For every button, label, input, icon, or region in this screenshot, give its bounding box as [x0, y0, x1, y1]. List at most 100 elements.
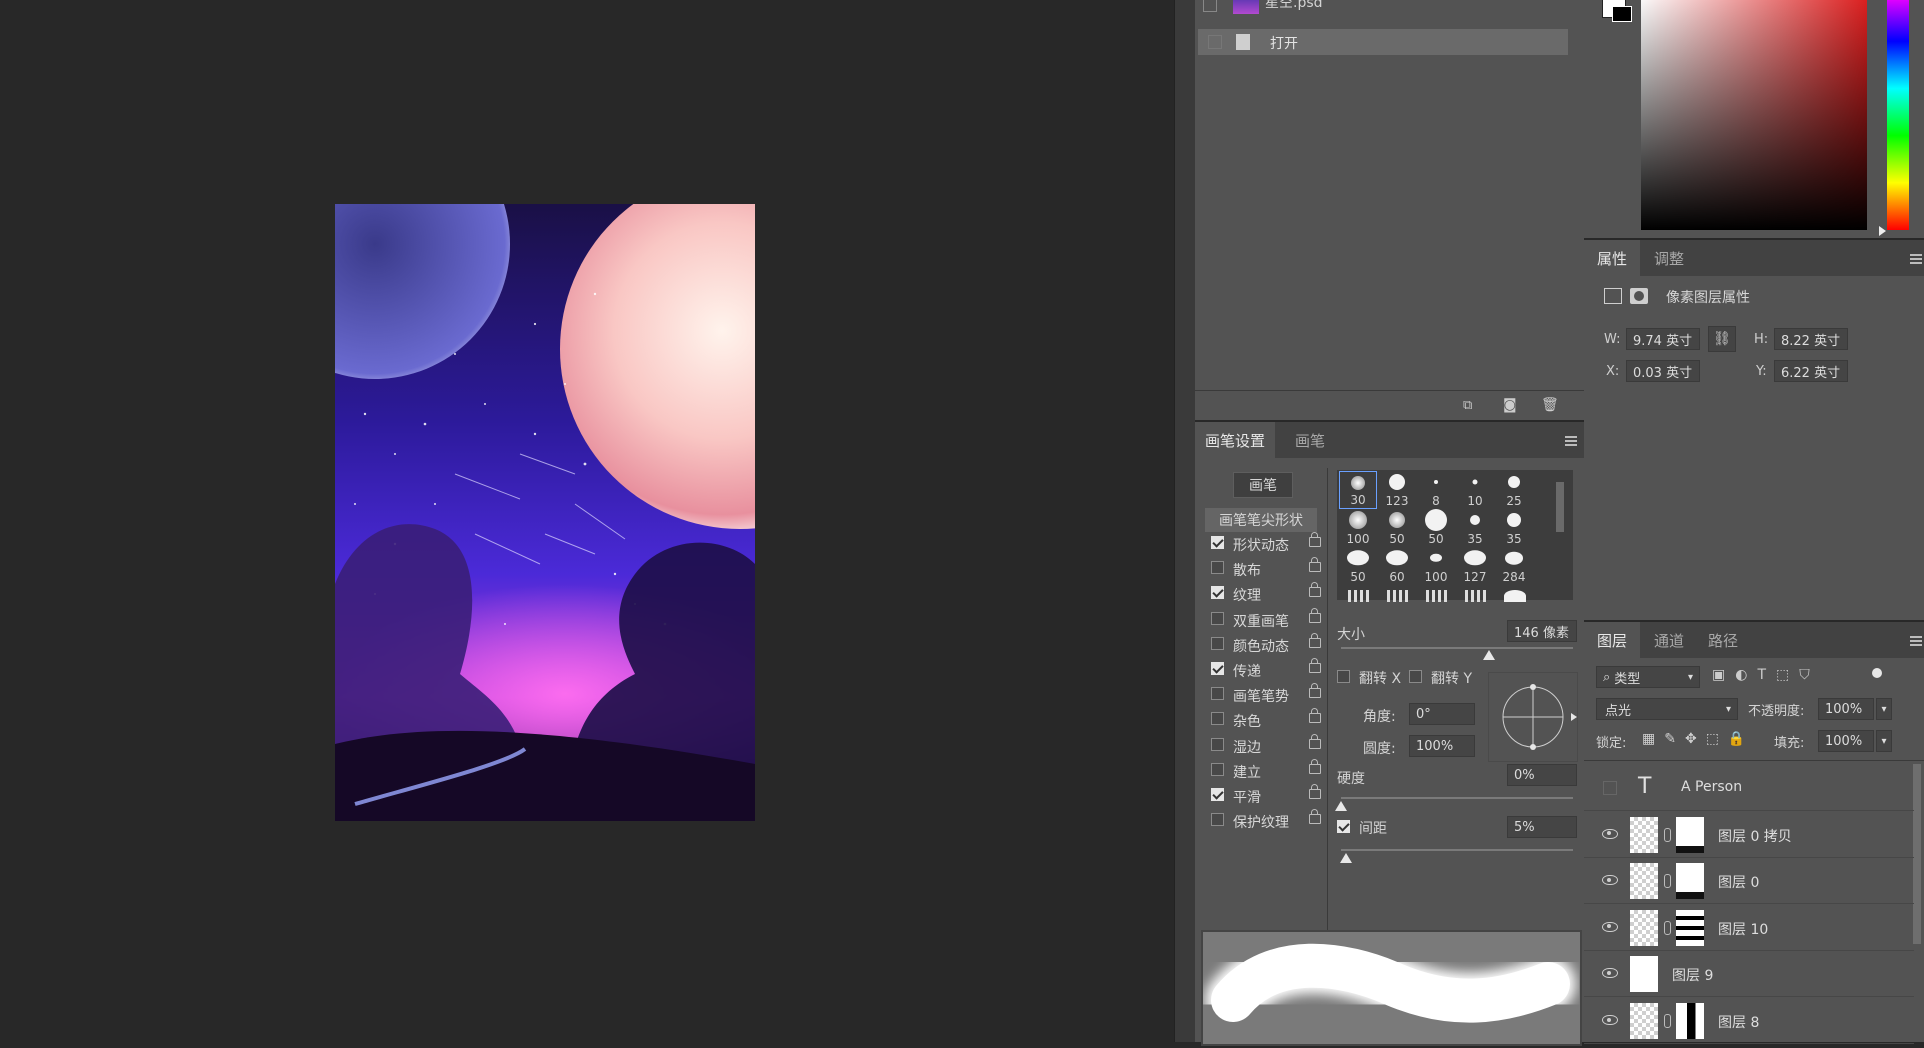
delete-state-icon[interactable]: 🗑 [1541, 397, 1559, 413]
lock-icon[interactable] [1309, 784, 1321, 799]
eye-icon[interactable] [1602, 828, 1618, 839]
brush-option-row[interactable]: 平滑 [1205, 784, 1325, 809]
layer-row[interactable]: 图层 0 [1584, 858, 1914, 905]
lock-icon[interactable] [1309, 683, 1321, 699]
brush-option-checkbox[interactable] [1211, 611, 1224, 625]
fill-input[interactable]: 100% [1818, 730, 1874, 752]
brush-tip-cell[interactable]: 50 [1417, 509, 1455, 547]
spacing-input[interactable]: 5% [1507, 816, 1577, 838]
brush-option-row[interactable]: 画笔笔势 [1205, 683, 1325, 708]
brush-tip-cell[interactable]: 10 [1456, 471, 1494, 509]
mask-link-icon[interactable] [1664, 874, 1671, 889]
lock-icon[interactable] [1309, 758, 1321, 774]
lock-icon[interactable] [1309, 708, 1321, 724]
brush-option-checkbox[interactable] [1211, 712, 1224, 726]
brush-option-row[interactable]: 纹理 [1205, 582, 1325, 607]
flip-x-checkbox[interactable] [1337, 670, 1350, 683]
layer-row[interactable]: T A Person [1584, 765, 1914, 811]
size-slider-knob[interactable] [1483, 650, 1495, 660]
angle-input[interactable]: 0° [1409, 703, 1475, 725]
layer-mask-thumbnail[interactable] [1676, 863, 1704, 900]
tab-properties[interactable]: 属性 [1584, 240, 1640, 276]
opacity-dropdown[interactable]: ▾ [1876, 698, 1892, 720]
mask-link-icon[interactable] [1664, 1014, 1671, 1028]
snapshot-camera-icon[interactable]: ◙ [1503, 397, 1519, 413]
brush-option-checkbox[interactable] [1211, 586, 1224, 600]
brush-option-row[interactable]: 形状动态 [1205, 532, 1325, 557]
layers-menu-icon[interactable] [1910, 634, 1922, 648]
lock-icon[interactable] [1309, 632, 1321, 648]
saturation-brightness-field[interactable] [1641, 0, 1867, 230]
hue-slider[interactable] [1887, 0, 1909, 230]
brush-tip-cell-partial[interactable] [1426, 590, 1448, 602]
tab-channels[interactable]: 通道 [1644, 622, 1694, 658]
brush-tip-cell-partial[interactable] [1387, 590, 1409, 602]
tab-brush-settings[interactable]: 画笔设置 [1195, 422, 1275, 458]
hardness-input[interactable]: 0% [1507, 764, 1577, 786]
panel-divider[interactable] [1174, 0, 1195, 1042]
layer-mask-thumbnail[interactable] [1676, 816, 1704, 853]
layer-filter-icons[interactable]: ▣◐T⬚⛉ [1712, 667, 1820, 683]
history-brush-source-checkbox[interactable] [1208, 35, 1222, 49]
brush-tip-cell[interactable]: 60 [1378, 547, 1416, 585]
brush-option-checkbox[interactable] [1211, 636, 1224, 650]
roundness-input[interactable]: 100% [1409, 735, 1475, 757]
layer-row[interactable]: 图层 0 拷贝 [1584, 812, 1914, 858]
brush-option-checkbox[interactable] [1211, 813, 1224, 827]
tab-layers[interactable]: 图层 [1584, 622, 1640, 658]
tab-paths[interactable]: 路径 [1698, 622, 1748, 658]
lock-icon[interactable] [1309, 733, 1321, 749]
mask-link-icon[interactable] [1664, 827, 1671, 842]
brush-option-row[interactable]: 杂色 [1205, 708, 1325, 733]
brush-angle-preview[interactable] [1488, 672, 1578, 762]
flip-y-checkbox[interactable] [1409, 670, 1422, 683]
lock-option-icons[interactable]: ▦✎✥⬚🔒 [1642, 731, 1754, 747]
brush-tip-cell[interactable]: 8 [1417, 471, 1455, 509]
brush-tip-cell-partial[interactable] [1348, 590, 1370, 602]
layer-mask-thumbnail[interactable] [1676, 1003, 1704, 1039]
hardness-slider-track[interactable] [1341, 797, 1573, 799]
brush-presets-button[interactable]: 画笔 [1233, 472, 1293, 498]
brush-tip-cell[interactable]: 284 [1495, 547, 1533, 585]
brush-option-row[interactable]: 传递 [1205, 658, 1325, 683]
history-item[interactable]: 打开 [1198, 29, 1568, 55]
x-input[interactable]: 0.03 英寸 [1626, 360, 1700, 382]
document-canvas[interactable] [335, 204, 755, 821]
eye-icon[interactable] [1602, 968, 1618, 979]
brush-tip-cell[interactable]: 50 [1378, 509, 1416, 547]
lock-icon[interactable] [1309, 658, 1321, 673]
brush-tip-shape-item[interactable]: 画笔笔尖形状 [1205, 508, 1317, 532]
brush-tip-cell-partial[interactable] [1504, 590, 1526, 602]
layer-row[interactable]: 图层 10 [1584, 905, 1914, 951]
brush-option-row[interactable]: 湿边 [1205, 733, 1325, 759]
history-snapshot-row[interactable]: 星空.psd [1203, 0, 1573, 16]
brush-tip-cell-partial[interactable] [1465, 590, 1487, 602]
size-slider-track[interactable] [1341, 647, 1573, 649]
brush-panel-menu-icon[interactable] [1565, 434, 1577, 448]
brush-option-row[interactable]: 建立 [1205, 758, 1325, 784]
mask-link-icon[interactable] [1664, 920, 1671, 935]
brush-option-checkbox[interactable] [1211, 561, 1224, 575]
brush-option-row[interactable]: 保护纹理 [1205, 809, 1325, 834]
opacity-input[interactable]: 100% [1818, 698, 1874, 720]
hue-slider-handle[interactable] [1879, 226, 1886, 236]
eye-icon[interactable] [1602, 921, 1618, 932]
brush-tip-cell[interactable]: 50 [1339, 547, 1377, 585]
lock-icon[interactable] [1309, 557, 1321, 573]
new-document-from-state-icon[interactable]: ⧉ [1463, 398, 1479, 413]
filter-toggle-icon[interactable] [1872, 668, 1882, 678]
lock-icon[interactable] [1309, 809, 1321, 825]
brush-option-checkbox[interactable] [1211, 788, 1224, 801]
brush-tip-cell[interactable]: 100 [1417, 547, 1455, 585]
brush-option-checkbox[interactable] [1211, 536, 1224, 549]
tab-adjustments[interactable]: 调整 [1644, 240, 1694, 276]
link-dimensions-icon[interactable]: ⛓ [1708, 326, 1736, 352]
layer-row[interactable]: 图层 9 [1584, 951, 1914, 998]
width-input[interactable]: 9.74 英寸 [1626, 328, 1700, 350]
lock-icon[interactable] [1309, 607, 1321, 623]
brush-option-checkbox[interactable] [1211, 762, 1224, 776]
y-input[interactable]: 6.22 英寸 [1774, 360, 1848, 382]
background-color-swatch[interactable] [1612, 6, 1632, 22]
spacing-slider-knob[interactable] [1340, 853, 1352, 863]
brush-tip-cell[interactable]: 35 [1456, 509, 1494, 547]
